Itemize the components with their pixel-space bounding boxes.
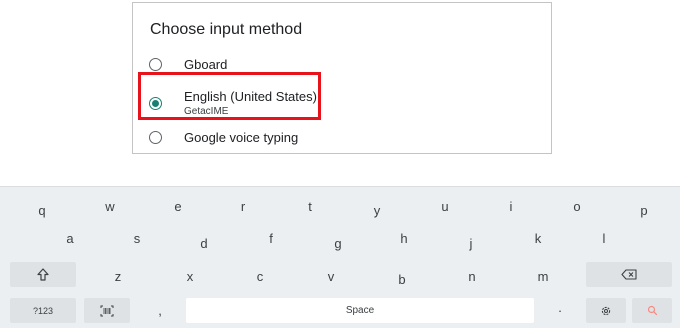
backspace-icon [621, 269, 637, 280]
selection-highlight-box [138, 72, 321, 120]
key-d[interactable]: d [184, 232, 224, 254]
key-i[interactable]: i [491, 195, 531, 217]
key-y[interactable]: y [357, 199, 397, 221]
barcode-key[interactable] [84, 298, 130, 323]
key-u[interactable]: u [425, 195, 465, 217]
key-c[interactable]: c [240, 265, 280, 287]
option-label: Google voice typing [184, 129, 299, 145]
key-h[interactable]: h [384, 227, 424, 249]
key-e[interactable]: e [158, 195, 198, 217]
key-l[interactable]: l [584, 227, 624, 249]
key-m[interactable]: m [523, 265, 563, 287]
key-b[interactable]: b [382, 268, 422, 290]
on-screen-keyboard: q w e r t y u i o p a s d f g h j k l z … [0, 186, 680, 328]
comma-key[interactable]: , [140, 298, 180, 323]
gear-icon [600, 305, 612, 317]
barcode-icon [100, 305, 114, 317]
settings-key[interactable] [586, 298, 626, 323]
key-k[interactable]: k [518, 227, 558, 249]
key-z[interactable]: z [98, 265, 138, 287]
backspace-key[interactable] [586, 262, 672, 287]
radio-gboard[interactable] [149, 57, 162, 71]
key-r[interactable]: r [223, 195, 263, 217]
key-a[interactable]: a [50, 227, 90, 249]
radio-google-voice[interactable] [149, 130, 162, 144]
space-key[interactable]: Space [186, 298, 534, 323]
key-f[interactable]: f [251, 227, 291, 249]
dialog-title: Choose input method [150, 21, 303, 38]
key-w[interactable]: w [90, 195, 130, 217]
key-q[interactable]: q [22, 199, 62, 221]
key-v[interactable]: v [311, 265, 351, 287]
symbols-key[interactable]: ?123 [10, 298, 76, 323]
key-n[interactable]: n [452, 265, 492, 287]
key-g[interactable]: g [318, 232, 358, 254]
option-google-voice-typing[interactable]: Google voice typing [133, 121, 551, 153]
key-o[interactable]: o [557, 195, 597, 217]
key-x[interactable]: x [170, 265, 210, 287]
period-key[interactable]: · [540, 298, 580, 323]
key-t[interactable]: t [290, 195, 330, 217]
search-icon [647, 305, 658, 316]
search-key[interactable] [632, 298, 672, 323]
key-j[interactable]: j [451, 232, 491, 254]
shift-icon [37, 268, 49, 281]
option-label: Gboard [184, 56, 228, 72]
shift-key[interactable] [10, 262, 76, 287]
key-p[interactable]: p [624, 199, 664, 221]
key-s[interactable]: s [117, 227, 157, 249]
